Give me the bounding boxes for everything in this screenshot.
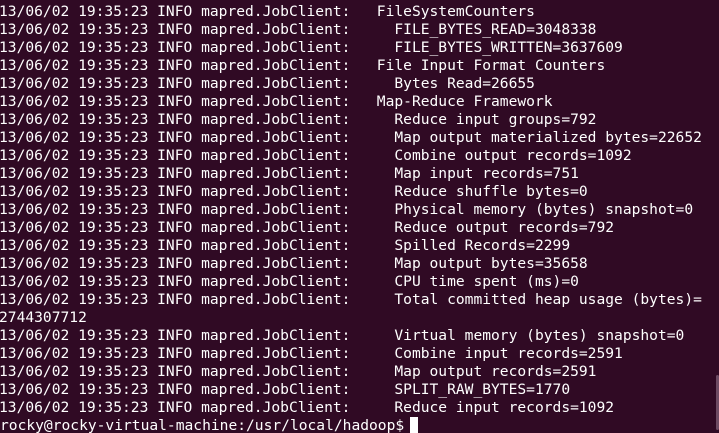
log-line: 13/06/02 19:35:23 INFO mapred.JobClient:… (0, 57, 606, 74)
log-line: 13/06/02 19:35:23 INFO mapred.JobClient:… (0, 75, 535, 92)
log-line: 13/06/02 19:35:23 INFO mapred.JobClient:… (0, 129, 702, 146)
log-line: 2744307712 (0, 309, 87, 326)
log-line: 13/06/02 19:35:23 INFO mapred.JobClient:… (0, 21, 597, 38)
log-line: 13/06/02 19:35:23 INFO mapred.JobClient:… (0, 183, 588, 200)
log-line: 13/06/02 19:35:23 INFO mapred.JobClient:… (0, 93, 553, 110)
shell-prompt: rocky@rocky-virtual-machine:/usr/local/h… (0, 417, 405, 433)
log-line: 13/06/02 19:35:23 INFO mapred.JobClient:… (0, 363, 597, 380)
log-line: 13/06/02 19:35:23 INFO mapred.JobClient:… (0, 39, 623, 56)
log-line: 13/06/02 19:35:23 INFO mapred.JobClient:… (0, 399, 615, 416)
log-line: 13/06/02 19:35:23 INFO mapred.JobClient:… (0, 327, 685, 344)
log-line: 13/06/02 19:35:23 INFO mapred.JobClient:… (0, 255, 588, 272)
scrollbar[interactable] (715, 0, 719, 433)
text-cursor (410, 417, 419, 433)
log-line: 13/06/02 19:35:23 INFO mapred.JobClient:… (0, 165, 579, 182)
log-line: 13/06/02 19:35:23 INFO mapred.JobClient:… (0, 3, 535, 20)
log-line: 13/06/02 19:35:23 INFO mapred.JobClient:… (0, 381, 571, 398)
log-line: 13/06/02 19:35:23 INFO mapred.JobClient:… (0, 219, 615, 236)
log-line: 13/06/02 19:35:23 INFO mapred.JobClient:… (0, 345, 623, 362)
prompt-line[interactable]: rocky@rocky-virtual-machine:/usr/local/h… (0, 417, 719, 433)
log-line: 13/06/02 19:35:23 INFO mapred.JobClient:… (0, 237, 571, 254)
log-line: 13/06/02 19:35:23 INFO mapred.JobClient:… (0, 201, 694, 218)
terminal-output: 13/06/02 19:35:23 INFO mapred.JobClient:… (0, 3, 719, 417)
log-line: 13/06/02 19:35:23 INFO mapred.JobClient:… (0, 111, 597, 128)
terminal-window[interactable]: 13/06/02 19:35:23 INFO mapred.JobClient:… (0, 0, 719, 433)
log-line: 13/06/02 19:35:23 INFO mapred.JobClient:… (0, 291, 702, 308)
log-line: 13/06/02 19:35:23 INFO mapred.JobClient:… (0, 147, 632, 164)
log-line: 13/06/02 19:35:23 INFO mapred.JobClient:… (0, 273, 579, 290)
